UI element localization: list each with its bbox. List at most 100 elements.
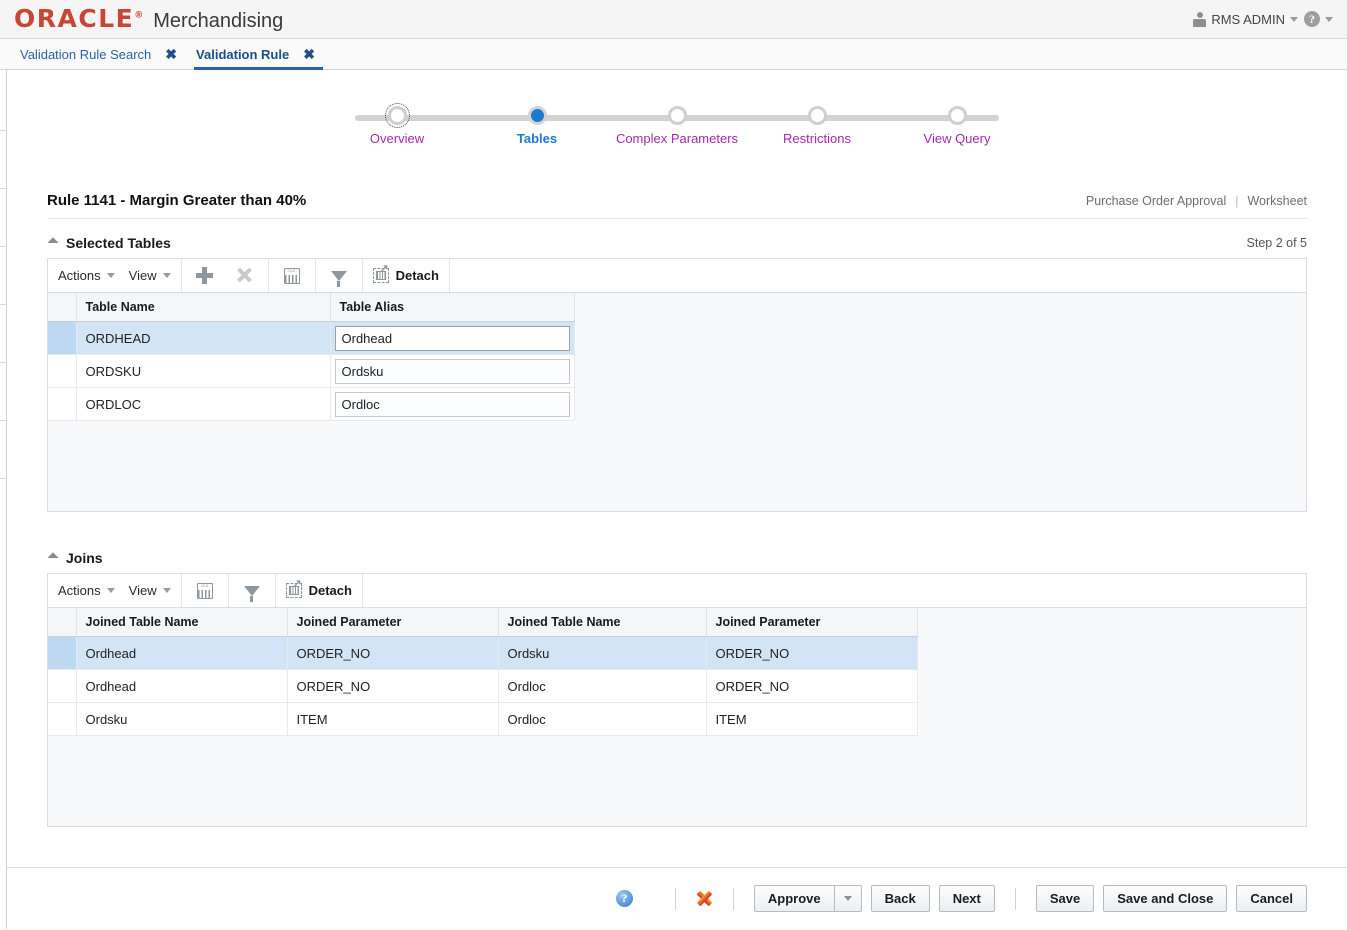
- approve-button[interactable]: Approve: [754, 885, 835, 912]
- collapsed-sidebar-rail[interactable]: [0, 70, 7, 929]
- train-stop-dot: [808, 106, 827, 125]
- detach-button[interactable]: Detach: [286, 583, 352, 598]
- train-stop-view-query[interactable]: View Query: [887, 102, 1027, 146]
- export-xls-icon: [197, 583, 213, 599]
- x-icon: [236, 267, 253, 284]
- view-menu-label: View: [129, 583, 157, 598]
- detach-icon: [286, 583, 302, 598]
- train-stop-label: Complex Parameters: [607, 131, 747, 146]
- train-stop-overview[interactable]: Overview: [327, 102, 467, 146]
- train-stop-restrictions[interactable]: Restrictions: [747, 102, 887, 146]
- export-to-excel-button[interactable]: [192, 578, 218, 604]
- brand: ORACLE® Merchandising: [0, 6, 283, 33]
- train-stop-tables[interactable]: Tables: [467, 102, 607, 146]
- table-row[interactable]: ORDSKU: [48, 355, 574, 388]
- column-header-joined-parameter-left[interactable]: Joined Parameter: [287, 608, 498, 637]
- page-title: Rule 1141 - Margin Greater than 40%: [47, 192, 306, 209]
- row-select-cell[interactable]: [48, 637, 76, 670]
- column-header-table-alias[interactable]: Table Alias: [330, 293, 574, 322]
- disclosure-triangle-icon[interactable]: [47, 552, 58, 563]
- joins-header: Joins: [47, 534, 1307, 573]
- back-button[interactable]: Back: [871, 885, 930, 912]
- cell-right-param: ORDER_NO: [706, 637, 917, 670]
- cell-table-alias[interactable]: [330, 355, 574, 388]
- table-alias-input[interactable]: [335, 326, 570, 351]
- page-content: Overview Tables Complex Parameters Restr…: [7, 70, 1347, 929]
- save-and-close-button[interactable]: Save and Close: [1103, 885, 1227, 912]
- actions-menu-label: Actions: [58, 268, 101, 283]
- row-select-cell[interactable]: [48, 670, 76, 703]
- table-row[interactable]: Ordhead ORDER_NO Ordsku ORDER_NO: [48, 637, 917, 670]
- close-icon[interactable]: ✖: [303, 47, 315, 61]
- view-menu[interactable]: View: [129, 583, 171, 598]
- add-row-button[interactable]: [192, 263, 218, 289]
- table-alias-input[interactable]: [335, 359, 570, 384]
- section-title: Joins: [66, 550, 103, 566]
- column-header-table-name[interactable]: Table Name: [76, 293, 330, 322]
- train-stop-label: Restrictions: [747, 131, 887, 146]
- cell-table-name: ORDLOC: [76, 388, 330, 421]
- joins-empty-space: [48, 736, 1306, 826]
- cell-left-table: Ordsku: [76, 703, 287, 736]
- user-icon: [1193, 12, 1206, 27]
- tab-validation-rule[interactable]: Validation Rule ✖: [190, 39, 328, 69]
- cell-right-table: Ordloc: [498, 703, 706, 736]
- export-to-excel-button[interactable]: [279, 263, 305, 289]
- column-header-joined-parameter-right[interactable]: Joined Parameter: [706, 608, 917, 637]
- row-select-header: [48, 608, 76, 637]
- help-icon[interactable]: ?: [616, 890, 633, 907]
- row-select-cell[interactable]: [48, 355, 76, 388]
- cancel-button[interactable]: Cancel: [1236, 885, 1307, 912]
- row-select-cell[interactable]: [48, 322, 76, 355]
- detach-button[interactable]: Detach: [373, 268, 439, 283]
- chevron-down-icon: [163, 588, 171, 593]
- delete-row-button[interactable]: [232, 263, 258, 289]
- table-row[interactable]: Ordsku ITEM Ordloc ITEM: [48, 703, 917, 736]
- approve-dropdown-button[interactable]: [835, 885, 862, 912]
- table-header-row: Joined Table Name Joined Parameter Joine…: [48, 608, 917, 637]
- table-row[interactable]: ORDHEAD: [48, 322, 574, 355]
- actions-menu-label: Actions: [58, 583, 101, 598]
- train-stop-label: Tables: [467, 131, 607, 146]
- table-alias-input[interactable]: [335, 392, 570, 417]
- save-button[interactable]: Save: [1036, 885, 1094, 912]
- cell-table-alias[interactable]: [330, 388, 574, 421]
- cell-left-param: ORDER_NO: [287, 637, 498, 670]
- actions-menu[interactable]: Actions: [58, 268, 115, 283]
- delete-icon[interactable]: [696, 890, 713, 907]
- divider: [1015, 888, 1016, 910]
- cell-table-alias[interactable]: [330, 322, 574, 355]
- actions-menu[interactable]: Actions: [58, 583, 115, 598]
- next-button[interactable]: Next: [939, 885, 995, 912]
- table-row[interactable]: Ordhead ORDER_NO Ordloc ORDER_NO: [48, 670, 917, 703]
- filter-group: [229, 574, 276, 607]
- row-select-cell[interactable]: [48, 388, 76, 421]
- train-stop-complex-parameters[interactable]: Complex Parameters: [607, 102, 747, 146]
- export-group: [269, 259, 316, 292]
- close-icon[interactable]: ✖: [165, 47, 177, 61]
- footer-toolbar: ? Approve Back Next Save Save and Close …: [7, 867, 1347, 929]
- detach-icon: [373, 268, 389, 283]
- app-header: ORACLE® Merchandising RMS ADMIN ?: [0, 0, 1347, 39]
- help-menu[interactable]: ?: [1304, 11, 1333, 27]
- disclosure-triangle-icon[interactable]: [47, 237, 58, 248]
- table-row[interactable]: ORDLOC: [48, 388, 574, 421]
- selected-tables-toolbar: Actions View: [48, 259, 1306, 293]
- app-title: Merchandising: [153, 10, 283, 33]
- export-xls-icon: [284, 268, 300, 284]
- page-body: Overview Tables Complex Parameters Restr…: [0, 70, 1347, 929]
- column-header-joined-table-name-right[interactable]: Joined Table Name: [498, 608, 706, 637]
- table-header-row: Table Name Table Alias: [48, 293, 574, 322]
- column-header-joined-table-name-left[interactable]: Joined Table Name: [76, 608, 287, 637]
- section-title: Selected Tables: [66, 235, 171, 251]
- tab-validation-rule-search[interactable]: Validation Rule Search ✖: [14, 39, 190, 69]
- chevron-down-icon: [1290, 17, 1298, 22]
- cell-right-table: Ordloc: [498, 670, 706, 703]
- user-menu[interactable]: RMS ADMIN: [1193, 12, 1298, 27]
- query-by-example-button[interactable]: [239, 578, 265, 604]
- cell-right-table: Ordsku: [498, 637, 706, 670]
- link-separator: |: [1235, 194, 1238, 208]
- query-by-example-button[interactable]: [326, 263, 352, 289]
- view-menu[interactable]: View: [129, 268, 171, 283]
- row-select-cell[interactable]: [48, 703, 76, 736]
